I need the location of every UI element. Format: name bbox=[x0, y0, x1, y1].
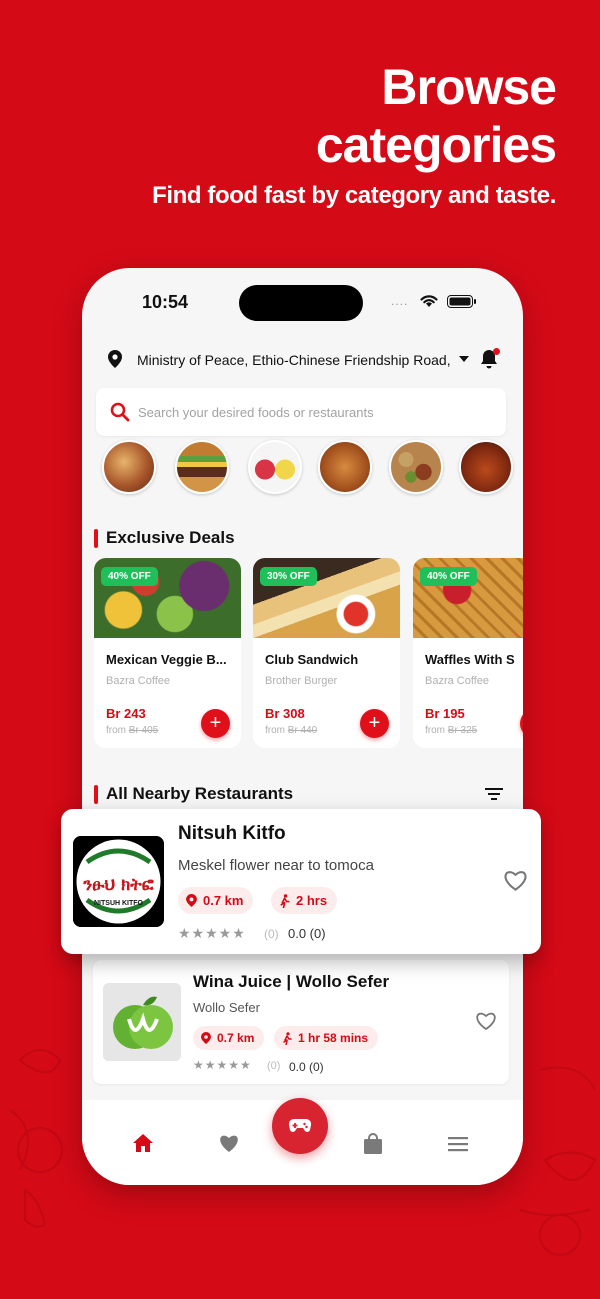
rating-stars: ★★★★★ bbox=[178, 925, 246, 941]
hero-subtitle: Find food fast by category and taste. bbox=[152, 182, 556, 209]
search-icon bbox=[110, 402, 130, 422]
category-chicken[interactable] bbox=[318, 440, 372, 494]
apple-logo-icon bbox=[103, 983, 181, 1061]
rating-score: 0.0 (0) bbox=[289, 1060, 324, 1074]
hero-text: Browse categories Find food fast by cate… bbox=[152, 58, 557, 210]
search-bar[interactable]: Search your desired foods or restaurants bbox=[96, 388, 506, 436]
distance-chip: 0.7 km bbox=[178, 887, 254, 914]
add-to-cart-button[interactable]: + bbox=[201, 709, 230, 738]
deal-shop: Bazra Coffee bbox=[106, 675, 171, 687]
deal-price: Br 308 bbox=[265, 706, 305, 721]
rating-stars: ★★★★★ bbox=[193, 1058, 252, 1072]
restaurant-location: Meskel flower near to tomoca bbox=[178, 857, 374, 874]
hero-title-line2: categories bbox=[315, 117, 557, 173]
add-to-cart-button[interactable]: + bbox=[520, 709, 523, 738]
rating-score: 0.0 (0) bbox=[288, 926, 326, 941]
from-label: from bbox=[106, 725, 126, 736]
delivery-address: Ministry of Peace, Ethio-Chinese Friends… bbox=[137, 352, 455, 368]
rating-count: (0) bbox=[264, 927, 279, 941]
status-time: 10:54 bbox=[142, 292, 189, 312]
deal-old-price: from Br 440 bbox=[265, 725, 317, 736]
old-price-value: Br 325 bbox=[447, 725, 478, 736]
time-chip: 2 hrs bbox=[271, 887, 338, 914]
old-price-value: Br 440 bbox=[287, 725, 318, 736]
discount-badge: 40% OFF bbox=[101, 567, 158, 586]
dynamic-island bbox=[239, 285, 363, 321]
bottom-nav bbox=[82, 1098, 523, 1185]
category-burger[interactable] bbox=[175, 440, 229, 494]
deal-name: Waffles With S bbox=[425, 652, 515, 667]
nearby-restaurants-title: All Nearby Restaurants bbox=[94, 784, 293, 804]
time-chip: 1 hr 58 mins bbox=[274, 1026, 379, 1050]
exclusive-deals-title: Exclusive Deals bbox=[94, 528, 235, 548]
deal-shop: Brother Burger bbox=[265, 675, 338, 687]
deal-name: Club Sandwich bbox=[265, 652, 359, 667]
deal-name: Mexican Veggie B... bbox=[106, 652, 227, 667]
phone-frame: 10:54 .... Ministry of Peace, Ethio-Chin… bbox=[82, 268, 523, 1185]
restaurant-card-featured[interactable]: ንፁህ ክትፎ NITSUH KITFO Nitsuh Kitfo Meskel… bbox=[61, 809, 541, 954]
location-pin-icon bbox=[186, 894, 197, 907]
old-price-value: Br 405 bbox=[128, 725, 159, 736]
restaurant-name: Wina Juice | Wollo Sefer bbox=[193, 972, 390, 991]
heart-icon[interactable] bbox=[218, 1133, 240, 1153]
deals-carousel[interactable]: 40% OFF Mexican Veggie B... Bazra Coffee… bbox=[94, 558, 523, 748]
deal-card[interactable]: 40% OFF Waffles With S Bazra Coffee Br 1… bbox=[413, 558, 523, 748]
restaurant-name: Nitsuh Kitfo bbox=[178, 823, 286, 844]
restaurant-location: Wollo Sefer bbox=[193, 1000, 260, 1015]
notification-dot bbox=[493, 348, 500, 355]
deal-card[interactable]: 40% OFF Mexican Veggie B... Bazra Coffee… bbox=[94, 558, 241, 748]
deal-price: Br 243 bbox=[106, 706, 146, 721]
location-pin-icon bbox=[108, 350, 122, 368]
game-button[interactable] bbox=[272, 1098, 328, 1154]
bag-icon[interactable] bbox=[363, 1133, 383, 1155]
category-row bbox=[102, 440, 523, 496]
from-label: from bbox=[265, 725, 285, 736]
category-juice[interactable] bbox=[248, 440, 302, 494]
logo-text: NITSUH KITFO bbox=[94, 900, 144, 907]
deal-shop: Bazra Coffee bbox=[425, 675, 490, 687]
search-input[interactable]: Search your desired foods or restaurants bbox=[138, 405, 374, 420]
rating-count: (0) bbox=[267, 1060, 281, 1072]
status-bar: 10:54 .... bbox=[82, 268, 523, 338]
discount-badge: 30% OFF bbox=[260, 567, 317, 586]
hero-title-line1: Browse bbox=[381, 59, 557, 115]
deal-old-price: from Br 405 bbox=[106, 725, 158, 736]
restaurant-card[interactable]: Wina Juice | Wollo Sefer Wollo Sefer 0.7… bbox=[93, 960, 509, 1084]
menu-icon[interactable] bbox=[448, 1136, 468, 1152]
walking-icon bbox=[283, 1031, 292, 1045]
distance-value: 0.7 km bbox=[203, 893, 244, 908]
delivery-time-value: 2 hrs bbox=[296, 893, 328, 908]
restaurant-logo bbox=[103, 983, 181, 1061]
deal-card[interactable]: 30% OFF Club Sandwich Brother Burger Br … bbox=[253, 558, 400, 748]
location-pin-icon bbox=[201, 1032, 211, 1044]
category-platter[interactable] bbox=[389, 440, 443, 494]
location-row[interactable]: Ministry of Peace, Ethio-Chinese Friends… bbox=[82, 346, 523, 374]
distance-chip: 0.7 km bbox=[193, 1026, 265, 1050]
wifi-icon bbox=[420, 295, 438, 307]
logo-amharic-text: ንፁህ ክትፎ bbox=[82, 875, 154, 895]
restaurant-logo: ንፁህ ክትፎ NITSUH KITFO bbox=[73, 836, 164, 927]
gamepad-icon bbox=[288, 1118, 312, 1132]
signal-dots: .... bbox=[391, 294, 409, 308]
from-label: from bbox=[425, 725, 445, 736]
nitsuh-kitfo-logo: ንፁህ ክትፎ NITSUH KITFO bbox=[73, 836, 164, 927]
discount-badge: 40% OFF bbox=[420, 567, 477, 586]
favorite-heart-icon[interactable] bbox=[503, 869, 528, 892]
distance-value: 0.7 km bbox=[217, 1031, 255, 1045]
favorite-heart-icon[interactable] bbox=[475, 1011, 497, 1031]
walking-icon bbox=[280, 893, 290, 908]
chevron-down-icon[interactable] bbox=[458, 355, 470, 363]
add-to-cart-button[interactable]: + bbox=[360, 709, 389, 738]
category-wings[interactable] bbox=[459, 440, 513, 494]
deal-old-price: from Br 325 bbox=[425, 725, 477, 736]
deal-price: Br 195 bbox=[425, 706, 465, 721]
category-pizza[interactable] bbox=[102, 440, 156, 494]
delivery-time-value: 1 hr 58 mins bbox=[298, 1031, 369, 1045]
filter-icon[interactable] bbox=[484, 786, 504, 802]
home-icon[interactable] bbox=[132, 1133, 154, 1153]
battery-icon bbox=[447, 295, 476, 308]
